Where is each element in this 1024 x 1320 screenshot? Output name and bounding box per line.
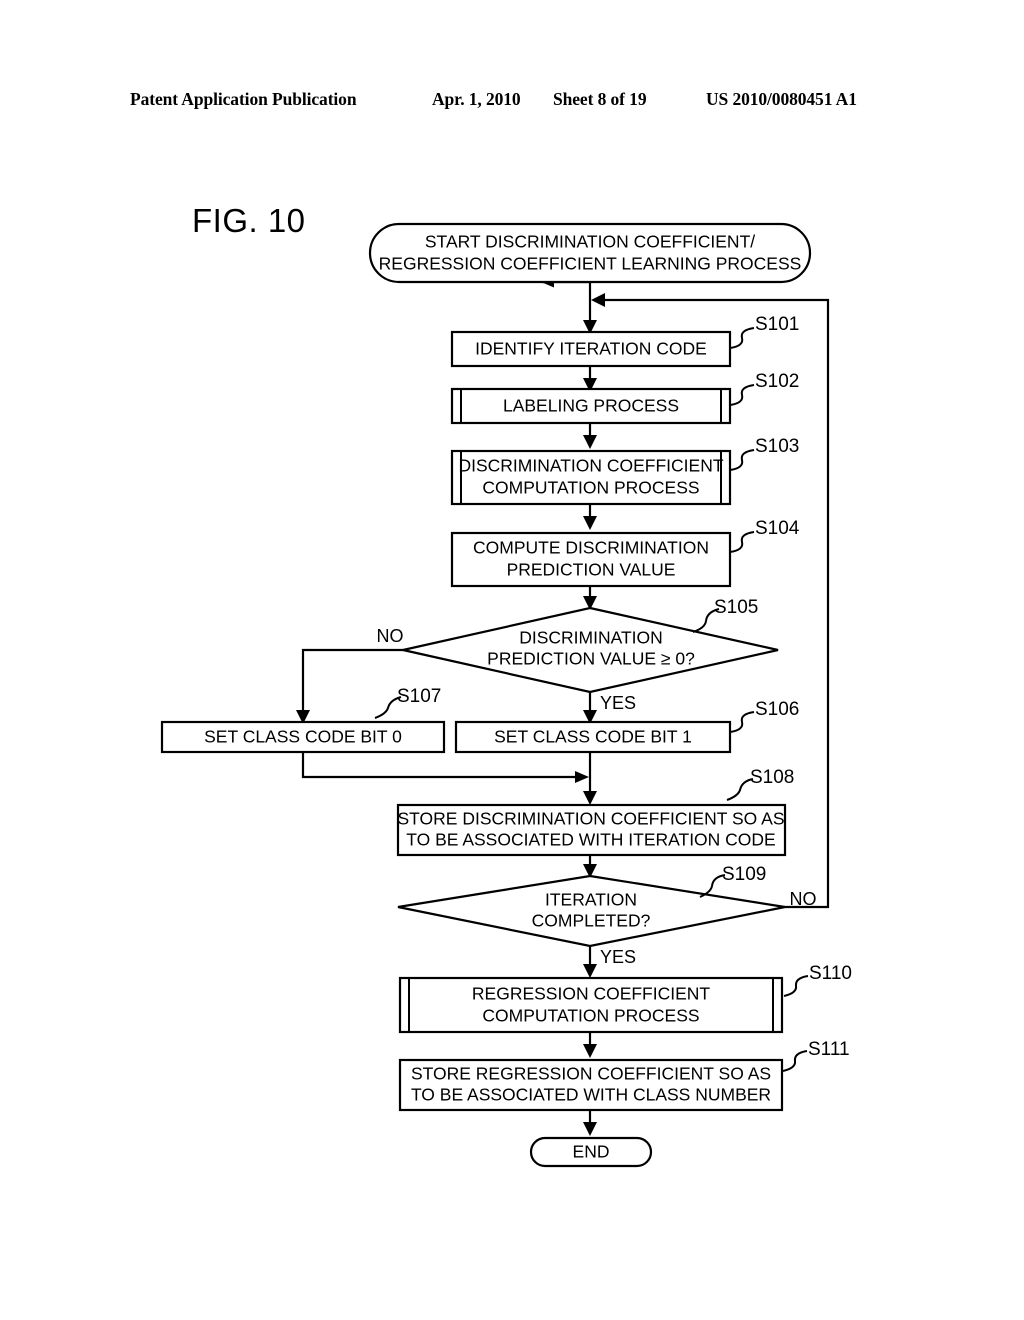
step-label-s103-text: S103 (755, 436, 799, 457)
node-s102-line1: LABELING PROCESS (503, 396, 679, 416)
step-label-s110-text: S110 (809, 963, 852, 984)
step-label-s108-text: S108 (750, 767, 794, 788)
node-end-label: END (573, 1142, 610, 1162)
step-label-s108: S108 (726, 767, 794, 801)
node-s111-line1: STORE REGRESSION COEFFICIENT SO AS (411, 1064, 771, 1084)
node-s103-line1: DISCRIMINATION COEFFICIENT (458, 456, 723, 476)
node-s103: DISCRIMINATION COEFFICIENT COMPUTATION P… (450, 449, 732, 506)
node-s105-line2: PREDICTION VALUE ≥ 0? (487, 649, 695, 669)
step-label-s104-text: S104 (755, 518, 800, 539)
step-label-s110: S110 (783, 963, 852, 997)
step-label-s107: S107 (374, 686, 441, 719)
arrowhead-feedback-loop (591, 293, 605, 307)
step-label-s109: S109 (699, 864, 766, 898)
node-s109: ITERATION COMPLETED? (397, 874, 786, 948)
step-label-s111-text: S111 (808, 1039, 850, 1060)
connector-s102-to-s103 (583, 423, 597, 449)
connector-s108-to-s109 (583, 855, 597, 878)
step-label-s102: S102 (729, 371, 799, 406)
step-label-s106-text: S106 (755, 699, 799, 720)
step-label-s101: S101 (729, 314, 799, 349)
node-s107-line1: SET CLASS CODE BIT 0 (204, 727, 402, 747)
node-s111: STORE REGRESSION COEFFICIENT SO AS TO BE… (398, 1058, 784, 1112)
step-label-s111: S111 (782, 1039, 850, 1072)
node-start: START DISCRIMINATION COEFFICIENT/ REGRES… (368, 222, 812, 284)
node-s104: COMPUTE DISCRIMINATION PREDICTION VALUE (450, 531, 732, 588)
branch-label-s109-no: NO (790, 889, 817, 909)
node-s108-line2: TO BE ASSOCIATED WITH ITERATION CODE (406, 830, 775, 850)
step-label-s102-text: S102 (755, 371, 799, 392)
flowchart-diagram: START DISCRIMINATION COEFFICIENT/ REGRES… (160, 222, 852, 1168)
branch-label-s105-yes: YES (600, 693, 636, 713)
step-label-s107-text: S107 (397, 686, 441, 707)
step-label-s105-text: S105 (714, 597, 758, 618)
connector-s107-merge (301, 752, 589, 783)
step-label-s105: S105 (692, 597, 758, 633)
node-s107: SET CLASS CODE BIT 0 (160, 720, 446, 754)
connector-s105-yes-to-s106 (583, 692, 597, 724)
connector-s103-to-s104 (583, 504, 597, 530)
step-label-s109-text: S109 (722, 864, 766, 885)
node-s108-line1: STORE DISCRIMINATION COEFFICIENT SO AS (398, 809, 785, 829)
node-s105: DISCRIMINATION PREDICTION VALUE ≥ 0? (402, 606, 779, 694)
step-label-s101-text: S101 (755, 314, 799, 335)
node-s106: SET CLASS CODE BIT 1 (454, 720, 732, 754)
connector-s110-to-s111 (583, 1032, 597, 1058)
step-label-s103: S103 (729, 436, 799, 471)
node-s103-line2: COMPUTATION PROCESS (482, 478, 699, 498)
node-s102: LABELING PROCESS (450, 387, 732, 425)
node-s108: STORE DISCRIMINATION COEFFICIENT SO AS T… (396, 803, 787, 857)
node-s110: REGRESSION COEFFICIENT COMPUTATION PROCE… (398, 976, 784, 1034)
connector-s104-to-s105 (583, 586, 597, 610)
node-start-line2: REGRESSION COEFFICIENT LEARNING PROCESS (379, 254, 802, 274)
branch-label-s109-yes: YES (600, 947, 636, 967)
node-s110-line2: COMPUTATION PROCESS (482, 1006, 699, 1026)
node-s104-line1: COMPUTE DISCRIMINATION (473, 538, 709, 558)
node-start-line1: START DISCRIMINATION COEFFICIENT/ (425, 232, 755, 252)
node-s110-line1: REGRESSION COEFFICIENT (472, 984, 711, 1004)
connector-s109-yes-to-s110 (583, 946, 597, 978)
connector-s105-no-to-s107 (296, 648, 403, 724)
node-s109-line2: COMPLETED? (532, 911, 651, 931)
branch-label-s105-no: NO (377, 626, 404, 646)
node-s109-line1: ITERATION (545, 890, 637, 910)
node-s111-line2: TO BE ASSOCIATED WITH CLASS NUMBER (411, 1085, 771, 1105)
node-s101-line1: IDENTIFY ITERATION CODE (475, 339, 707, 359)
node-s105-line1: DISCRIMINATION (519, 628, 663, 648)
step-label-s104: S104 (729, 518, 800, 553)
node-s106-line1: SET CLASS CODE BIT 1 (494, 727, 692, 747)
connector-s111-to-end (583, 1110, 597, 1136)
step-label-s106: S106 (729, 699, 799, 733)
node-end: END (529, 1136, 653, 1168)
node-s104-line2: PREDICTION VALUE (507, 560, 676, 580)
node-s101: IDENTIFY ITERATION CODE (450, 330, 732, 368)
